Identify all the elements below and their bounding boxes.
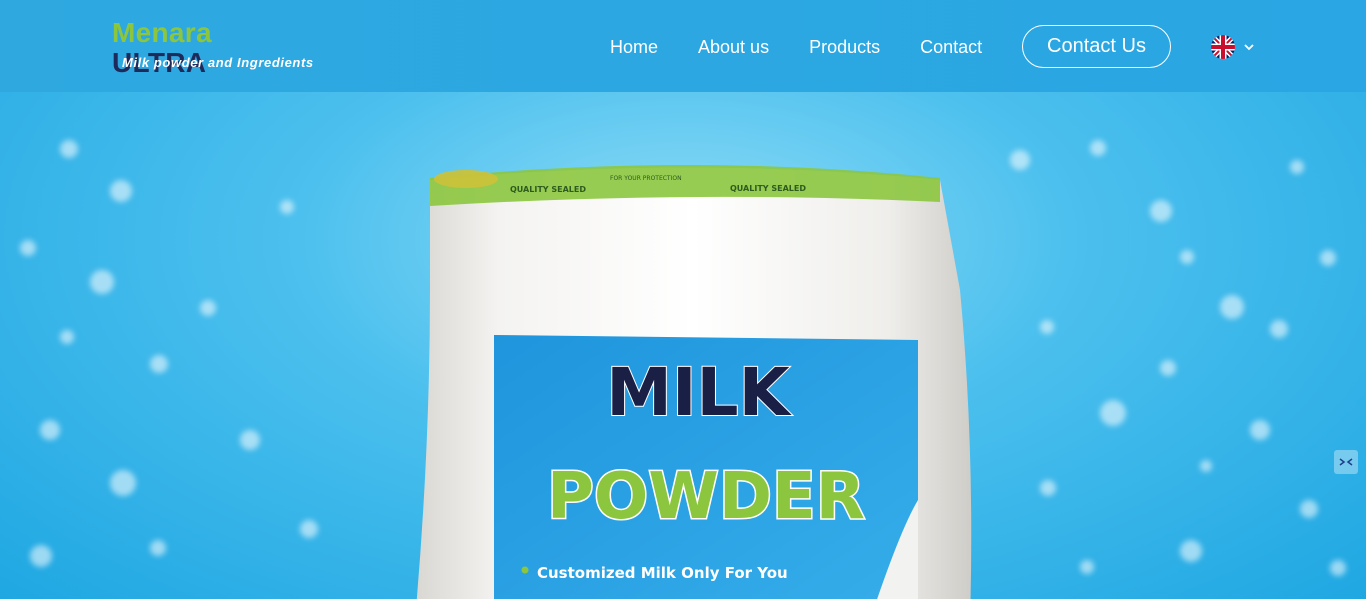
- bag-seal-text: QUALITY SEALED: [730, 184, 806, 193]
- bokeh-dot: [1150, 200, 1172, 222]
- bokeh-dot: [110, 180, 132, 202]
- bokeh-dot: [1220, 295, 1244, 319]
- bokeh-dot: [110, 470, 136, 496]
- chevron-down-icon: [1244, 44, 1254, 51]
- bokeh-dot: [20, 240, 36, 256]
- label-bullet-text: Customized Milk Only For You: [537, 564, 788, 582]
- bokeh-dot: [60, 140, 78, 158]
- bokeh-dot: [1100, 400, 1126, 426]
- bokeh-dot: [1320, 250, 1336, 266]
- bokeh-dot: [1010, 150, 1030, 170]
- bokeh-dot: [1040, 480, 1056, 496]
- bag-seal-subtext: FOR YOUR PROTECTION: [610, 175, 682, 182]
- bokeh-dot: [1270, 320, 1288, 338]
- uk-flag-icon: [1211, 35, 1235, 59]
- bokeh-dot: [1300, 500, 1318, 518]
- bokeh-dot: [1290, 160, 1304, 174]
- bokeh-dot: [1250, 420, 1270, 440]
- bokeh-dot: [1200, 460, 1212, 472]
- bokeh-dot: [150, 355, 168, 373]
- nav-about-us[interactable]: About us: [698, 37, 769, 58]
- bokeh-dot: [1160, 360, 1176, 376]
- bokeh-dot: [300, 520, 318, 538]
- language-selector[interactable]: [1211, 35, 1259, 59]
- bokeh-dot: [1330, 560, 1346, 576]
- bokeh-dot: [200, 300, 216, 316]
- bokeh-dot: [1090, 140, 1106, 156]
- brand-tagline: Milk powder and Ingredients: [122, 55, 314, 70]
- bokeh-dot: [240, 430, 260, 450]
- bokeh-dot: [280, 200, 294, 214]
- bokeh-dot: [150, 540, 166, 556]
- bokeh-dot: [30, 545, 52, 567]
- main-nav: Home About us Products Contact: [610, 35, 982, 59]
- nav-home[interactable]: Home: [610, 37, 658, 58]
- bokeh-dot: [60, 330, 74, 344]
- milk-powder-bag-image: QUALITY SEALED QUALITY SEALED FOR YOUR P…: [416, 165, 972, 599]
- bokeh-dot: [40, 420, 60, 440]
- bokeh-dot: [1180, 540, 1202, 562]
- bokeh-dot: [90, 270, 114, 294]
- nav-products[interactable]: Products: [809, 37, 880, 58]
- nav-contact[interactable]: Contact: [920, 37, 982, 58]
- side-widget-icon[interactable]: [1334, 450, 1358, 474]
- site-header: Menara ULTRA Milk powder and Ingredients…: [0, 0, 1366, 92]
- label-title-milk: MILK: [606, 354, 792, 431]
- bokeh-dot: [1180, 250, 1194, 264]
- bag-seal-text: QUALITY SEALED: [510, 185, 586, 194]
- label-title-powder: POWDER: [547, 460, 865, 534]
- brand-name-part1: Menara: [112, 17, 212, 48]
- bokeh-dot: [1080, 560, 1094, 574]
- brand-logo[interactable]: Menara ULTRA Milk powder and Ingredients: [112, 17, 314, 78]
- contact-us-button[interactable]: Contact Us: [1022, 25, 1171, 68]
- bokeh-dot: [1040, 320, 1054, 334]
